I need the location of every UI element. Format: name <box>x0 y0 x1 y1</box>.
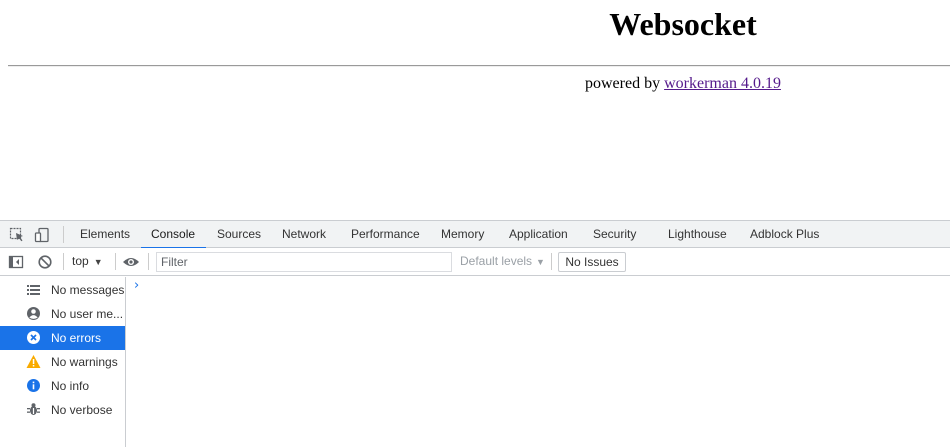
console-toolbar: top▼ Default levels▼ No Issues <box>0 248 950 276</box>
device-toolbar-icon[interactable] <box>34 227 50 243</box>
sidebar-item-label: No warnings <box>51 355 118 369</box>
sidebar-item-verbose[interactable]: No verbose <box>0 398 125 422</box>
warning-icon <box>26 354 41 369</box>
console-sidebar: No messages No user me... No errors No w… <box>0 277 126 447</box>
log-levels-label: Default levels <box>460 254 533 268</box>
page-title: Websocket <box>609 6 757 42</box>
error-icon <box>26 330 41 345</box>
sidebar-item-info[interactable]: No info <box>0 374 125 398</box>
sidebar-item-label: No verbose <box>51 403 113 417</box>
tab-lighthouse[interactable]: Lighthouse <box>668 221 727 248</box>
issues-button[interactable]: No Issues <box>558 252 626 272</box>
tab-console[interactable]: Console <box>140 221 207 249</box>
sidebar-item-label: No messages <box>51 283 125 297</box>
verbose-icon <box>26 402 41 417</box>
toolbar-divider <box>115 253 116 270</box>
filter-input[interactable] <box>156 252 452 272</box>
tab-performance[interactable]: Performance <box>351 221 420 248</box>
devtools-panel: Elements Console Sources Network Perform… <box>0 220 950 447</box>
horizontal-rule <box>8 65 950 67</box>
sidebar-item-label: No info <box>51 379 90 393</box>
info-icon <box>26 378 41 393</box>
console-output[interactable]: › <box>126 277 950 447</box>
live-expression-eye-icon[interactable] <box>122 254 139 270</box>
user-icon <box>26 306 41 321</box>
console-prompt-icon: › <box>134 278 140 293</box>
toolbar-divider <box>551 253 552 270</box>
sidebar-item-label: No user me... <box>51 307 124 321</box>
powered-by-label: powered by <box>585 75 665 92</box>
sidebar-toggle-icon[interactable] <box>8 254 24 270</box>
context-label: top <box>72 254 89 268</box>
sidebar-item-errors[interactable]: No errors <box>0 326 125 350</box>
sidebar-item-user-messages[interactable]: No user me... <box>0 302 125 326</box>
dropdown-caret-icon: ▼ <box>93 257 103 267</box>
tab-elements[interactable]: Elements <box>80 221 130 248</box>
devtools-tabbar: Elements Console Sources Network Perform… <box>0 221 950 249</box>
sidebar-item-warnings[interactable]: No warnings <box>0 350 125 374</box>
sidebar-item-label: No errors <box>51 331 102 345</box>
tab-memory[interactable]: Memory <box>441 221 484 248</box>
workerman-link[interactable]: workerman 4.0.19 <box>664 75 781 92</box>
web-page: Websocket powered by workerman 4.0.19 <box>0 0 950 220</box>
dropdown-caret-icon: ▼ <box>536 257 545 267</box>
context-selector[interactable]: top ▼ <box>72 254 103 268</box>
tab-adblock-plus[interactable]: Adblock Plus <box>750 221 819 248</box>
tab-sources[interactable]: Sources <box>217 221 261 248</box>
tab-application[interactable]: Application <box>509 221 568 248</box>
clear-console-icon[interactable] <box>37 254 53 270</box>
inspect-element-icon[interactable] <box>9 227 25 243</box>
toolbar-divider <box>148 253 149 270</box>
log-levels-dropdown[interactable]: Default levels ▼ <box>460 254 545 268</box>
list-icon <box>26 282 41 297</box>
powered-by-text: powered by workerman 4.0.19 <box>585 75 781 93</box>
tab-network[interactable]: Network <box>282 221 326 248</box>
sidebar-item-messages[interactable]: No messages <box>0 278 125 302</box>
toolbar-divider <box>63 253 64 270</box>
tab-security[interactable]: Security <box>593 221 636 248</box>
toolbar-divider <box>63 226 64 243</box>
